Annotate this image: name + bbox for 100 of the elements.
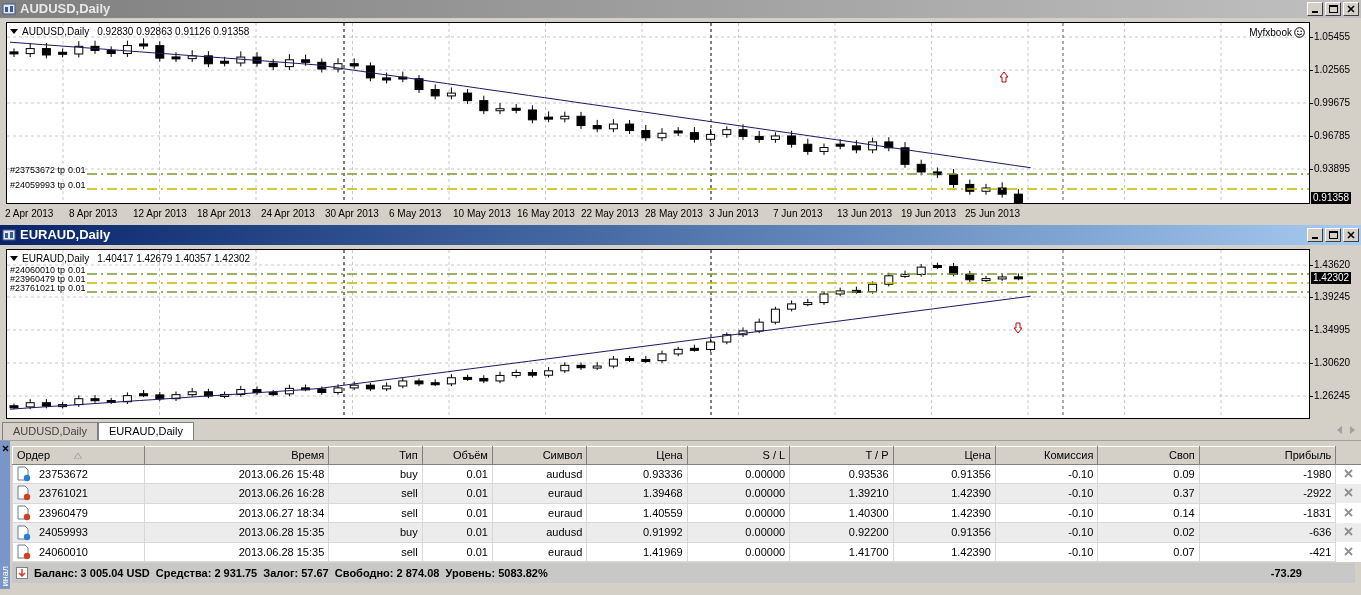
candle — [203, 50, 213, 68]
close-cell[interactable] — [1335, 503, 1361, 523]
candle — [430, 83, 440, 100]
candle — [641, 124, 651, 142]
order-label: #23960479 tp — [10, 275, 66, 284]
chart-tab[interactable]: AUDUSD,Daily — [2, 422, 98, 440]
date-label: 3 Jun 2013 — [709, 206, 760, 221]
close-order-icon[interactable] — [1344, 546, 1354, 556]
minimize-button[interactable] — [1307, 2, 1323, 16]
table-cell-text: 23761021 — [39, 486, 88, 502]
dropdown-triangle-icon[interactable] — [10, 255, 18, 262]
ohlc-values: 1.40417 1.42679 1.40357 1.42302 — [97, 252, 251, 266]
candle — [301, 54, 311, 67]
candle — [738, 123, 748, 141]
total-profit: -73.29 — [1269, 566, 1303, 582]
candle — [997, 272, 1007, 282]
column-header[interactable]: Ордер — [12, 446, 145, 464]
close-icon[interactable] — [1, 444, 9, 452]
column-header[interactable]: S / L — [687, 446, 790, 464]
maximize-button[interactable] — [1325, 2, 1341, 16]
candle — [932, 262, 942, 270]
table-cell: 0.00000 — [687, 464, 790, 484]
table-cell: euraud — [492, 503, 587, 523]
date-label: 7 Jun 2013 — [773, 206, 824, 221]
table-cell: 0.91356 — [893, 522, 996, 543]
order-row[interactable]: 24059993 2013.06.28 15:35 buy 0.01 audusd 0.91992 0.00000 0.92200 0.91356 -0.10 0.02 -636 — [12, 522, 1361, 543]
candle — [916, 263, 926, 278]
chart-tab[interactable]: EURAUD,Daily — [97, 422, 194, 440]
order-row[interactable]: 24060010 2013.06.28 15:35 sell 0.01 euraud 1.41969 0.00000 1.41700 1.42390 -0.10 0.07 -421 — [12, 542, 1361, 562]
column-header[interactable]: Прибыль — [1199, 446, 1336, 464]
price-label: 0.99675 — [1314, 97, 1351, 109]
close-order-icon[interactable] — [1344, 488, 1354, 498]
close-button[interactable] — [1343, 2, 1359, 16]
date-label: 19 Jun 2013 — [901, 206, 958, 221]
maximize-button[interactable] — [1325, 228, 1341, 242]
candle — [479, 374, 489, 384]
candle — [382, 382, 392, 392]
price-label: 1.39245 — [1314, 291, 1351, 303]
date-label: 30 Apr 2013 — [325, 206, 380, 221]
column-header[interactable]: Своп — [1097, 446, 1200, 464]
table-cell: 0.93336 — [586, 464, 688, 484]
brand-label: Myfxbook — [1249, 26, 1292, 40]
candle — [754, 318, 764, 334]
close-button[interactable] — [1343, 228, 1359, 242]
candle — [106, 397, 116, 405]
table-cell: 0.00000 — [687, 542, 790, 562]
candle — [608, 118, 618, 133]
candle — [333, 57, 343, 73]
chart-symbol: EURAUD,Daily — [22, 252, 90, 266]
price-label: 0.93895 — [1314, 163, 1351, 175]
candle — [268, 58, 278, 71]
close-cell[interactable] — [1335, 542, 1361, 562]
order-row[interactable]: 23960479 2013.06.27 18:34 sell 0.01 euraud 1.40559 0.00000 1.40300 1.42390 -0.10 0.14 -1831 — [12, 503, 1361, 523]
close-icon — [1347, 231, 1355, 239]
candle — [74, 40, 84, 58]
candle — [430, 378, 440, 387]
candle — [236, 50, 246, 67]
column-header[interactable]: Объём — [422, 446, 493, 464]
close-order-icon[interactable] — [1344, 527, 1354, 537]
table-cell: 2013.06.28 15:35 — [144, 522, 329, 543]
candle — [365, 61, 375, 82]
column-header[interactable]: T / P — [789, 446, 894, 464]
table-cell: 2013.06.28 15:35 — [144, 542, 329, 562]
candle — [625, 119, 635, 135]
column-header[interactable]: Время — [144, 446, 329, 464]
table-cell: -0.10 — [995, 483, 1098, 504]
dropdown-triangle-icon[interactable] — [10, 28, 18, 35]
table-cell: 1.40300 — [789, 503, 894, 523]
date-label: 2 Apr 2013 — [5, 206, 55, 221]
close-icon — [1347, 5, 1355, 13]
download-icon[interactable] — [16, 567, 28, 580]
candle — [333, 383, 343, 396]
date-label: 10 May 2013 — [453, 206, 512, 221]
table-cell: 1.42390 — [893, 542, 996, 562]
candle — [1013, 272, 1023, 281]
candle — [819, 143, 829, 156]
table-cell: 1.41969 — [586, 542, 688, 562]
candle — [122, 40, 132, 58]
minimize-button[interactable] — [1307, 228, 1323, 242]
close-order-icon[interactable] — [1344, 507, 1354, 517]
candle — [787, 299, 797, 312]
candle — [900, 141, 910, 169]
column-header[interactable]: Символ — [492, 446, 587, 464]
order-volume: 0.01 — [68, 275, 86, 284]
table-cell: sell — [328, 503, 423, 523]
column-header[interactable]: Комиссия — [995, 446, 1098, 464]
candle — [673, 346, 683, 357]
account-summary: Баланс: 3 005.04 USD Средства: 2 931.75 Залог: 57.67 Свободно: 2 874.08 Уровень: 5083.82% — [34, 566, 549, 582]
table-cell: 0.01 — [422, 542, 493, 562]
candle — [884, 272, 894, 287]
column-header[interactable]: Цена — [893, 446, 996, 464]
close-order-icon[interactable] — [1344, 468, 1354, 478]
candle — [463, 88, 473, 105]
candle — [560, 111, 570, 123]
candle — [527, 104, 537, 124]
order-row[interactable]: 23761021 2013.06.26 16:28 sell 0.01 euraud 1.39468 0.00000 1.39210 1.42390 -0.10 0.37 -2922 — [12, 483, 1361, 504]
table-cell: 0.00000 — [687, 522, 790, 543]
table-cell: audusd — [492, 522, 587, 543]
column-header[interactable]: Цена — [586, 446, 688, 464]
column-header[interactable]: Тип — [328, 446, 423, 464]
